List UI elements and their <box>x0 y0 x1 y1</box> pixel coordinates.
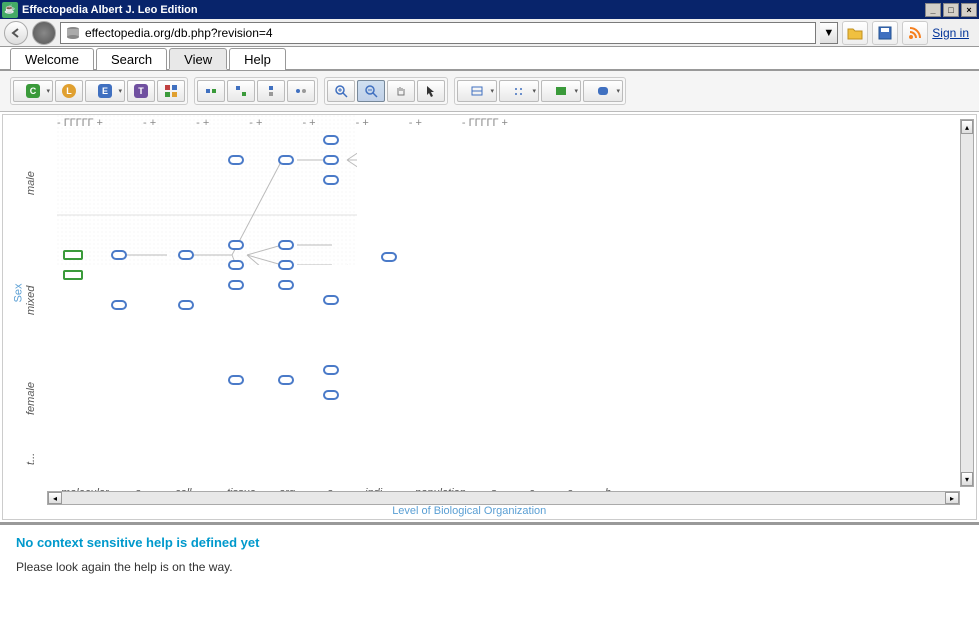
help-title: No context sensitive help is defined yet <box>16 535 963 550</box>
view-opt-2[interactable]: ▾ <box>499 80 539 102</box>
grid-background <box>57 115 357 265</box>
url-input[interactable] <box>85 26 811 40</box>
signin-link[interactable]: Sign in <box>932 26 969 40</box>
save-icon <box>878 26 892 40</box>
node[interactable] <box>323 175 339 185</box>
refresh-button[interactable] <box>32 21 56 45</box>
help-body: Please look again the help is on the way… <box>16 560 963 574</box>
y-axis-title: Sex <box>12 284 24 303</box>
workspace: Sex male mixed female t... - ГГГГГ +- +-… <box>0 112 979 524</box>
grid-icon <box>164 84 178 98</box>
url-box <box>60 22 816 44</box>
arrow-left-icon <box>10 27 22 39</box>
node[interactable] <box>323 295 339 305</box>
node[interactable] <box>278 155 294 165</box>
tool-l[interactable]: L <box>55 80 83 102</box>
tool-e[interactable]: E▾ <box>85 80 125 102</box>
scroll-up[interactable]: ▴ <box>961 120 973 134</box>
navbar: ▼ Sign in <box>0 19 979 47</box>
zoom-in-icon <box>334 84 348 98</box>
node[interactable] <box>323 365 339 375</box>
folder-icon <box>847 26 863 40</box>
node[interactable] <box>278 280 294 290</box>
node[interactable] <box>323 390 339 400</box>
tool-layout-4[interactable] <box>287 80 315 102</box>
pan-button[interactable] <box>387 80 415 102</box>
scroll-right[interactable]: ▸ <box>945 492 959 504</box>
node[interactable] <box>278 375 294 385</box>
node[interactable] <box>63 270 83 280</box>
minimize-button[interactable]: _ <box>925 3 941 17</box>
tab-welcome[interactable]: Welcome <box>10 48 94 70</box>
open-folder-button[interactable] <box>842 21 868 45</box>
node[interactable] <box>228 280 244 290</box>
tab-help[interactable]: Help <box>229 48 286 70</box>
node[interactable] <box>178 250 194 260</box>
view-opt-1[interactable]: ▾ <box>457 80 497 102</box>
y-labels: male mixed female t... <box>25 115 55 489</box>
tool-layout-1[interactable] <box>197 80 225 102</box>
hand-icon <box>394 84 408 98</box>
node[interactable] <box>63 250 83 260</box>
node[interactable] <box>111 300 127 310</box>
canvas[interactable]: Sex male mixed female t... - ГГГГГ +- +-… <box>2 114 977 520</box>
vertical-scrollbar[interactable]: ▴ ▾ <box>960 119 974 487</box>
save-button[interactable] <box>872 21 898 45</box>
horizontal-scrollbar[interactable]: ◂ ▸ <box>47 491 960 505</box>
view-opt-4[interactable]: ▾ <box>583 80 623 102</box>
tool-grid[interactable] <box>157 80 185 102</box>
close-button[interactable]: × <box>961 3 977 17</box>
view-opt-3[interactable]: ▾ <box>541 80 581 102</box>
pointer-button[interactable] <box>417 80 445 102</box>
tab-bar: Welcome Search View Help <box>0 47 979 71</box>
zoom-out-icon <box>364 84 378 98</box>
scroll-left[interactable]: ◂ <box>48 492 62 504</box>
node[interactable] <box>381 252 397 262</box>
tab-view[interactable]: View <box>169 48 227 70</box>
cursor-icon <box>425 84 437 98</box>
rss-icon <box>908 26 922 40</box>
back-button[interactable] <box>4 21 28 45</box>
node[interactable] <box>323 135 339 145</box>
node[interactable] <box>228 260 244 270</box>
tab-search[interactable]: Search <box>96 48 167 70</box>
tool-layout-2[interactable] <box>227 80 255 102</box>
database-icon <box>65 26 81 40</box>
node[interactable] <box>228 155 244 165</box>
tool-layout-3[interactable] <box>257 80 285 102</box>
titlebar: ☕ Effectopedia Albert J. Leo Edition _ □… <box>0 0 979 19</box>
url-dropdown[interactable]: ▼ <box>820 22 838 44</box>
node[interactable] <box>111 250 127 260</box>
node[interactable] <box>278 240 294 250</box>
maximize-button[interactable]: □ <box>943 3 959 17</box>
node[interactable] <box>323 155 339 165</box>
view-toolbar: C▾ L E▾ T ▾ ▾ ▾ ▾ <box>0 71 979 112</box>
help-panel: No context sensitive help is defined yet… <box>0 524 979 614</box>
window-title: Effectopedia Albert J. Leo Edition <box>22 4 925 16</box>
zoom-in-button[interactable] <box>327 80 355 102</box>
zoom-out-button[interactable] <box>357 80 385 102</box>
feed-button[interactable] <box>902 21 928 45</box>
node[interactable] <box>228 375 244 385</box>
node[interactable] <box>278 260 294 270</box>
scroll-down[interactable]: ▾ <box>961 472 973 486</box>
tool-t[interactable]: T <box>127 80 155 102</box>
node[interactable] <box>178 300 194 310</box>
node[interactable] <box>228 240 244 250</box>
x-axis-title: Level of Biological Organization <box>392 505 546 517</box>
tool-c[interactable]: C▾ <box>13 80 53 102</box>
java-icon: ☕ <box>2 2 18 18</box>
